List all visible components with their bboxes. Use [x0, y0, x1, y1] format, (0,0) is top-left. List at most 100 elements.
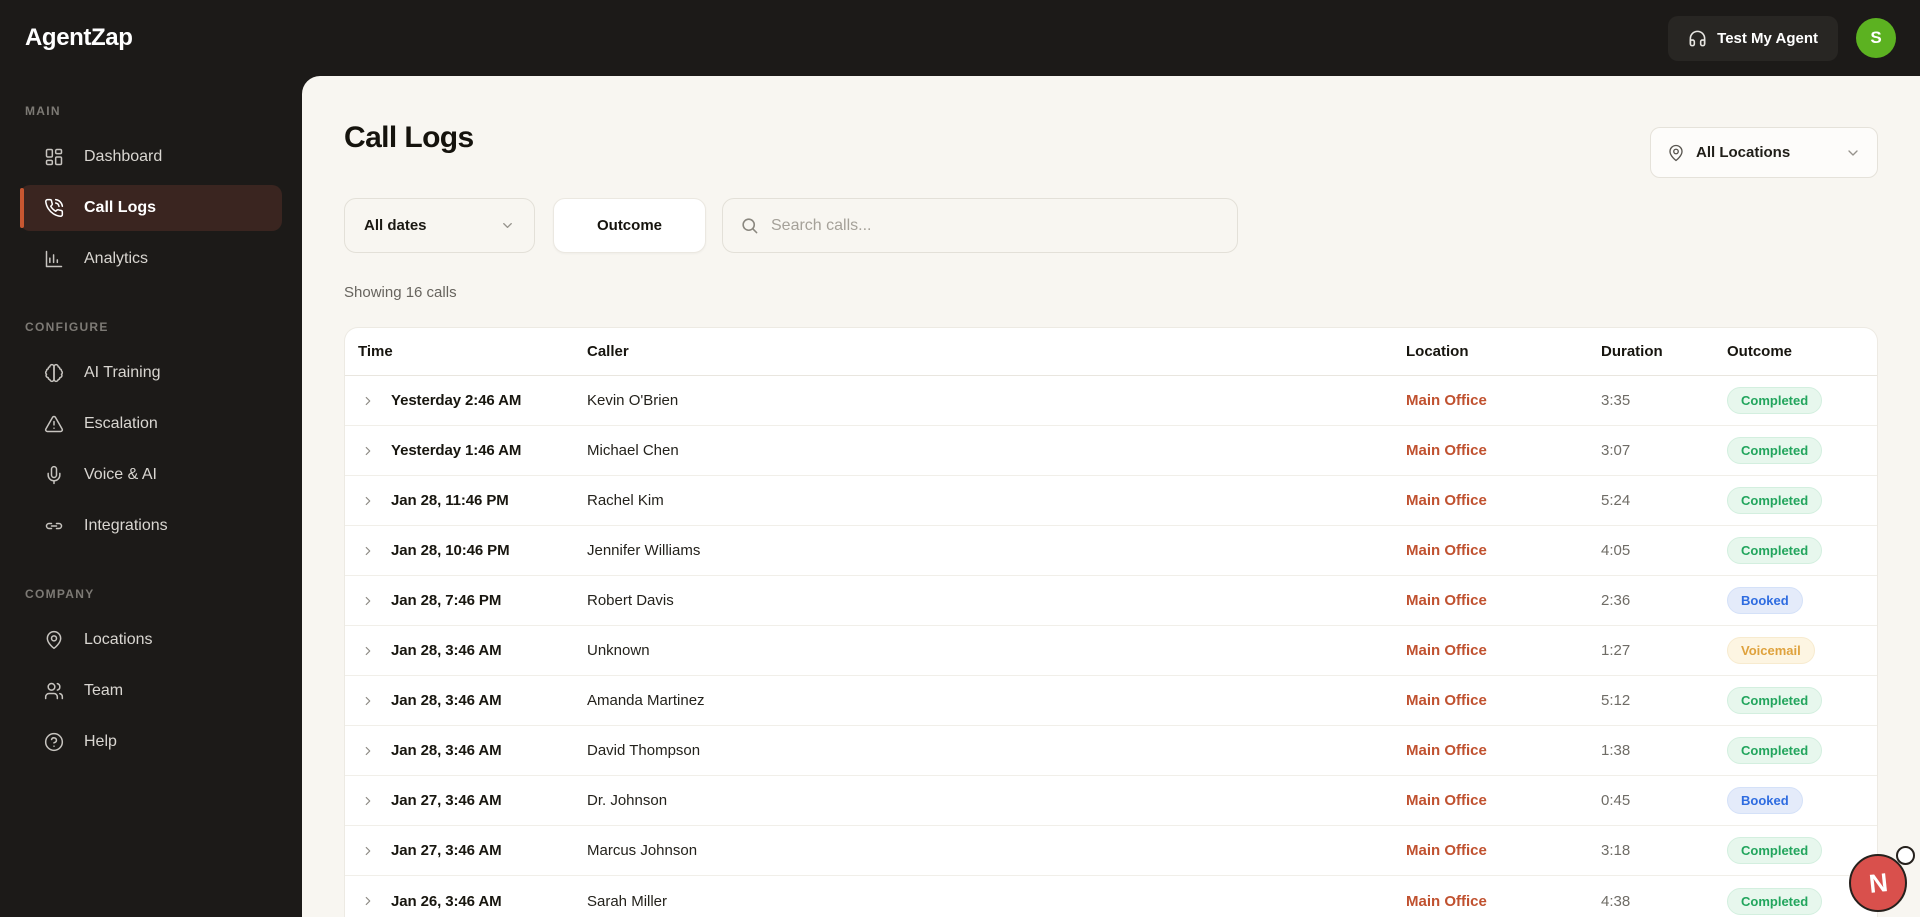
- caller-name: Kevin O'Brien: [587, 392, 679, 409]
- table-row[interactable]: Jan 28, 3:46 AM Amanda Martinez Main Offic…: [345, 676, 1877, 726]
- expand-row-button[interactable]: [345, 644, 391, 658]
- call-time: Jan 28, 3:46 AM: [391, 642, 502, 659]
- location-link[interactable]: Main Office: [1406, 392, 1601, 409]
- chevron-right-icon: [365, 696, 371, 705]
- expand-row-button[interactable]: [345, 894, 391, 908]
- test-my-agent-button[interactable]: Test My Agent: [1668, 15, 1838, 61]
- outcome-cell: Completed: [1727, 687, 1877, 714]
- table-row[interactable]: Jan 26, 3:46 AM Sarah Miller Main Office 4:…: [345, 876, 1877, 917]
- sidebar-item-call-logs[interactable]: Call Logs: [20, 185, 282, 231]
- table-row[interactable]: Yesterday 2:46 AM Kevin O'Brien Main Offic…: [345, 376, 1877, 426]
- chevron-right-icon: [365, 496, 371, 505]
- expand-row-button[interactable]: [345, 394, 391, 408]
- call-duration: 5:12: [1601, 692, 1631, 709]
- expand-row-button[interactable]: [345, 844, 391, 858]
- location-link[interactable]: Main Office: [1406, 642, 1601, 659]
- search-calls-field[interactable]: [722, 198, 1238, 253]
- sidebar-item-locations[interactable]: Locations: [20, 617, 282, 663]
- caller-name: Unknown: [587, 642, 650, 659]
- call-time: Yesterday 1:46 AM: [391, 442, 522, 459]
- expand-row-button[interactable]: [345, 694, 391, 708]
- location-link[interactable]: Main Office: [1406, 492, 1601, 509]
- date-filter-dropdown[interactable]: All dates: [344, 198, 535, 253]
- table-row[interactable]: Jan 27, 3:46 AM Dr. Johnson Main Office 0:4…: [345, 776, 1877, 826]
- expand-row-button[interactable]: [345, 544, 391, 558]
- column-header-duration: Duration: [1601, 343, 1663, 360]
- location-link[interactable]: Main Office: [1406, 792, 1601, 809]
- expand-row-button[interactable]: [345, 494, 391, 508]
- sidebar-item-help[interactable]: Help: [20, 719, 282, 765]
- topbar: AgentZap Test My Agent S: [0, 0, 1920, 76]
- analytics-icon: [45, 250, 63, 268]
- call-duration: 3:18: [1601, 842, 1631, 859]
- chevron-right-icon: [365, 846, 371, 855]
- outcome-cell: Completed: [1727, 737, 1877, 764]
- sidebar-item-label: Analytics: [84, 250, 149, 267]
- caller-name: Jennifer Williams: [587, 542, 701, 559]
- call-time: Jan 27, 3:46 AM: [391, 792, 502, 809]
- team-icon: [44, 682, 64, 700]
- map-pin-icon: [1669, 144, 1683, 161]
- outcome-cell: Completed: [1727, 537, 1877, 564]
- sidebar-item-analytics[interactable]: Analytics: [20, 236, 282, 282]
- link-icon: [45, 522, 63, 530]
- map-pin-icon: [46, 630, 62, 650]
- sidebar-item-escalation[interactable]: Escalation: [20, 401, 282, 447]
- sidebar-item-team[interactable]: Team: [20, 668, 282, 714]
- outcome-cell: Completed: [1727, 437, 1877, 464]
- table-row[interactable]: Jan 28, 3:46 AM David Thompson Main Office…: [345, 726, 1877, 776]
- table-row[interactable]: Jan 27, 3:46 AM Marcus Johnson Main Office…: [345, 826, 1877, 876]
- table-row[interactable]: Yesterday 1:46 AM Michael Chen Main Office…: [345, 426, 1877, 476]
- outcome-cell: Booked: [1727, 587, 1877, 614]
- expand-row-button[interactable]: [345, 794, 391, 808]
- table-row[interactable]: Jan 28, 10:46 PM Jennifer Williams Main Of…: [345, 526, 1877, 576]
- sidebar-section-label: CONFIGURE: [25, 320, 109, 334]
- widget-status-dot: [1896, 846, 1915, 865]
- column-header-caller: Caller: [587, 343, 629, 360]
- user-avatar[interactable]: S: [1856, 18, 1896, 58]
- alert-triangle-icon: [44, 415, 64, 433]
- search-calls-input[interactable]: [771, 216, 1220, 235]
- sidebar-item-label: Call Logs: [84, 199, 157, 216]
- location-link[interactable]: Main Office: [1406, 842, 1601, 859]
- chevron-down-icon: [503, 223, 512, 228]
- table-row[interactable]: Jan 28, 3:46 AM Unknown Main Office 1:27 Voi…: [345, 626, 1877, 676]
- location-link[interactable]: Main Office: [1406, 442, 1601, 459]
- page-title: Call Logs: [344, 121, 474, 154]
- call-duration: 5:24: [1601, 492, 1631, 509]
- sidebar-item-integrations[interactable]: Integrations: [20, 503, 282, 549]
- sidebar-item-dashboard[interactable]: Dashboard: [20, 134, 282, 180]
- location-link[interactable]: Main Office: [1406, 542, 1601, 559]
- call-time: Jan 28, 11:46 PM: [391, 492, 509, 509]
- chevron-down-icon: [1848, 149, 1858, 156]
- table-row[interactable]: Jan 28, 11:46 PM Rachel Kim Main Office 5:2…: [345, 476, 1877, 526]
- table-row[interactable]: Jan 28, 7:46 PM Robert Davis Main Office 2:…: [345, 576, 1877, 626]
- date-filter-value: All dates: [364, 217, 427, 234]
- sidebar-item-label: Locations: [84, 631, 153, 648]
- call-time: Jan 27, 3:46 AM: [391, 842, 502, 859]
- caller-name: Dr. Johnson: [587, 792, 668, 809]
- expand-row-button[interactable]: [345, 594, 391, 608]
- location-link[interactable]: Main Office: [1406, 893, 1601, 910]
- call-duration: 3:07: [1601, 442, 1631, 459]
- outcome-cell: Voicemail: [1727, 637, 1877, 664]
- location-link[interactable]: Main Office: [1406, 742, 1601, 759]
- headset-icon: [1688, 29, 1707, 48]
- location-filter-dropdown[interactable]: All Locations: [1650, 127, 1878, 178]
- sidebar-item-ai-training[interactable]: AI Training: [20, 350, 282, 396]
- caller-name: Amanda Martinez: [587, 692, 705, 709]
- outcome-filter-button[interactable]: Outcome: [553, 198, 706, 253]
- expand-row-button[interactable]: [345, 744, 391, 758]
- chevron-right-icon: [365, 796, 371, 805]
- main-panel: All Locations Call Logs All dates Outcom…: [302, 76, 1920, 917]
- expand-row-button[interactable]: [345, 444, 391, 458]
- location-filter-value: All Locations: [1696, 144, 1791, 161]
- sidebar-item-voice-ai[interactable]: Voice & AI: [20, 452, 282, 498]
- location-link[interactable]: Main Office: [1406, 692, 1601, 709]
- notification-widget[interactable]: N: [1849, 846, 1915, 912]
- outcome-cell: Booked: [1727, 787, 1877, 814]
- sidebar-item-label: AI Training: [84, 364, 161, 381]
- table-header-row: Time Caller Location Duration Outcome: [345, 328, 1877, 376]
- location-link[interactable]: Main Office: [1406, 592, 1601, 609]
- sidebar-item-label: Dashboard: [84, 148, 163, 165]
